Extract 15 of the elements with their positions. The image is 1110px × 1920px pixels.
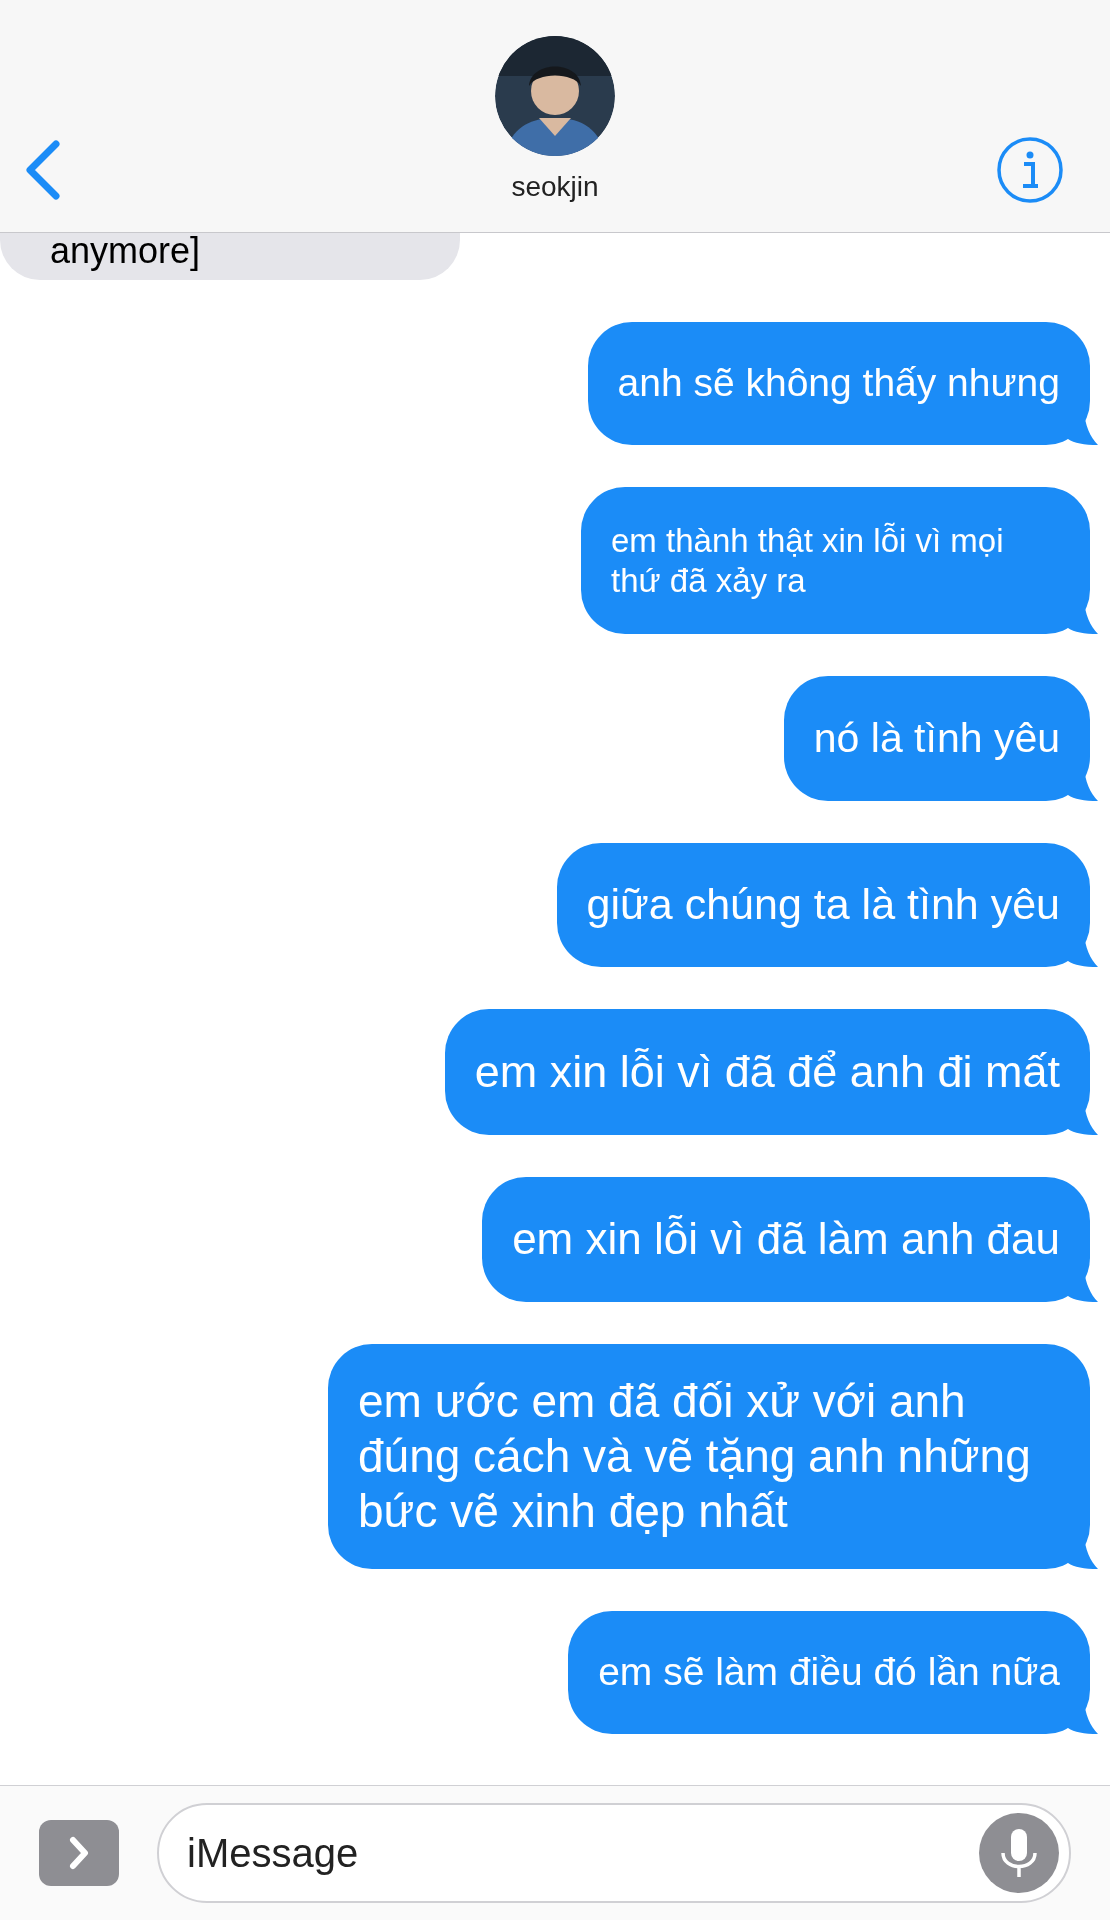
- message-bubble: em thành thật xin lỗi vì mọi thứ đã xảy ra: [581, 487, 1090, 635]
- message-bubble: anh sẽ không thấy nhưng: [587, 322, 1090, 445]
- apps-icon[interactable]: [39, 1820, 119, 1886]
- message-bubble: anymore]: [0, 233, 461, 281]
- message-bubble: em xin lỗi vì đã để anh đi mất: [444, 1008, 1090, 1135]
- contact-name: seokjin: [511, 170, 599, 204]
- message-bubble: em xin lỗi vì đã làm anh đau: [482, 1176, 1090, 1302]
- microphone-icon[interactable]: [979, 1813, 1059, 1893]
- message-field[interactable]: iMessage: [157, 1803, 1071, 1903]
- back-icon[interactable]: [24, 140, 62, 200]
- message-bubble: em ước em đã đối xử với anh đúng cách và vẽ tặng anh những bức vẽ xinh đẹp nhất: [328, 1343, 1090, 1570]
- message-bubble: giữa chúng ta là tình yêu: [556, 843, 1090, 967]
- message-bubble: em sẽ làm điều đó lần nữa: [568, 1611, 1090, 1735]
- message-bubble: nó là tình yêu: [783, 676, 1090, 802]
- info-icon[interactable]: [996, 136, 1064, 204]
